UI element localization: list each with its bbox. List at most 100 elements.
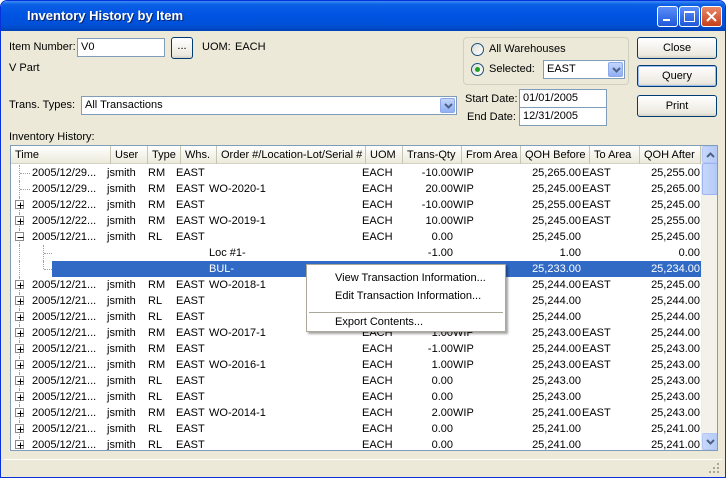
cell-user: jsmith	[107, 279, 136, 291]
table-row[interactable]: 2005/12/21... jsmith RL EAST EACH 0.00 25,243.…	[11, 389, 701, 405]
collapse-button[interactable]	[15, 232, 24, 241]
cell-user: jsmith	[107, 215, 136, 227]
title-bar[interactable]: Inventory History by Item	[1, 1, 725, 31]
warehouse-select-value: EAST	[547, 63, 576, 75]
cell-user: jsmith	[107, 183, 136, 195]
cell-after: 25,243.00	[651, 391, 700, 403]
column-header-type[interactable]: Type	[148, 146, 181, 164]
item-lookup-button[interactable]: ...	[171, 37, 193, 59]
table-row[interactable]: 2005/12/21... jsmith RL EAST EACH 0.00 25,241.…	[11, 437, 701, 451]
item-description: V Part	[9, 62, 40, 74]
warehouse-select[interactable]: EAST	[543, 60, 625, 79]
expand-button[interactable]	[15, 296, 24, 305]
expand-button[interactable]	[15, 200, 24, 209]
menu-item-export-contents[interactable]: Export Contents...	[309, 313, 503, 331]
expand-button[interactable]	[15, 312, 24, 321]
column-header-qoh-before[interactable]: QOH Before	[521, 146, 590, 164]
chevron-down-icon	[706, 439, 715, 445]
cell-from: WIP	[453, 343, 474, 355]
scroll-down-button[interactable]	[702, 433, 717, 450]
resize-grip-icon[interactable]	[708, 462, 720, 474]
cell-before: 25,243.00	[532, 359, 581, 371]
scroll-up-button[interactable]	[702, 146, 717, 163]
cell-time: 2005/12/21...	[32, 439, 97, 451]
table-row[interactable]: 2005/12/22... jsmith RM EAST WO-2019-1 EACH 10…	[11, 213, 701, 229]
expand-button[interactable]	[15, 328, 24, 337]
vertical-scrollbar[interactable]	[701, 146, 717, 450]
cell-user: jsmith	[107, 199, 136, 211]
column-header-time[interactable]: Time	[11, 146, 111, 164]
expand-button[interactable]	[15, 344, 24, 353]
table-row[interactable]: 2005/12/21... jsmith RL EAST EACH 0.00 25,241.…	[11, 421, 701, 437]
expand-button[interactable]	[15, 376, 24, 385]
table-row[interactable]: 2005/12/21... jsmith RL EAST EACH 0.00 25,243.…	[11, 373, 701, 389]
minimize-button[interactable]	[657, 6, 678, 27]
column-header-uom[interactable]: UOM	[366, 146, 403, 164]
item-number-input[interactable]: V0	[77, 38, 165, 57]
expand-button[interactable]	[15, 440, 24, 449]
menu-item-edit-transaction[interactable]: Edit Transaction Information...	[309, 287, 503, 305]
cell-after: 25,243.00	[651, 359, 700, 371]
cell-whs: EAST	[176, 295, 205, 307]
table-row[interactable]: 2005/12/29... jsmith RM EAST WO-2020-1 EACH 20…	[11, 181, 701, 197]
column-header-to-area[interactable]: To Area	[590, 146, 640, 164]
scroll-thumb[interactable]	[702, 163, 717, 195]
cell-order: WO-2019-1	[209, 215, 266, 227]
chevron-up-icon	[706, 152, 715, 158]
column-header-qoh-after[interactable]: QOH After	[640, 146, 701, 164]
table-row[interactable]: 2005/12/21... jsmith RM EAST EACH -1.00 WIP 25,…	[11, 341, 701, 357]
trans-types-label: Trans. Types:	[9, 99, 76, 111]
maximize-button[interactable]	[679, 6, 700, 27]
cell-qty: 0.00	[431, 423, 453, 435]
all-warehouses-radio[interactable]	[471, 43, 484, 56]
expand-button[interactable]	[15, 216, 24, 225]
expand-button[interactable]	[15, 360, 24, 369]
cell-whs: EAST	[176, 199, 205, 211]
child-row[interactable]: Loc #1- -1.00 1.00 0.00	[11, 245, 701, 261]
start-date-input[interactable]: 01/01/2005	[519, 89, 607, 108]
cell-type: RM	[148, 279, 166, 291]
column-header-trans-qty[interactable]: Trans-Qty	[403, 146, 462, 164]
plus-icon	[17, 314, 24, 321]
selected-warehouse-radio[interactable]	[471, 63, 484, 76]
table-row[interactable]: 2005/12/21... jsmith RM EAST WO-2014-1 EACH 2.…	[11, 405, 701, 421]
close-button[interactable]: Close	[637, 37, 717, 59]
table-row[interactable]: 2005/12/21... jsmith RM EAST WO-2016-1 EACH 1.…	[11, 357, 701, 373]
tree-line	[19, 261, 20, 277]
expand-button[interactable]	[15, 408, 24, 417]
cell-qty: 20.00	[425, 183, 453, 195]
table-row[interactable]: 2005/12/21... jsmith RL EAST EACH 0.00 25,245.…	[11, 229, 701, 245]
cell-before: 25,233.00	[532, 263, 581, 275]
window-title: Inventory History by Item	[27, 8, 184, 23]
column-header-from-area[interactable]: From Area	[462, 146, 521, 164]
cell-before: 25,245.00	[532, 183, 581, 195]
cell-before: 25,265.00	[532, 167, 581, 179]
trans-types-dropdown-button[interactable]	[440, 98, 455, 113]
cell-type: RL	[148, 391, 163, 403]
cell-time: 2005/12/21...	[32, 423, 97, 435]
end-date-input[interactable]: 12/31/2005	[519, 107, 607, 126]
print-button[interactable]: Print	[637, 95, 717, 117]
minimize-icon	[663, 19, 670, 21]
cell-to: EAST	[582, 343, 611, 355]
cell-from: WIP	[453, 199, 474, 211]
expand-button[interactable]	[15, 392, 24, 401]
plus-icon	[17, 426, 24, 433]
uom-value: EACH	[235, 41, 266, 53]
cell-qty: 2.00	[431, 407, 453, 419]
plus-icon	[17, 298, 24, 305]
cell-to: EAST	[582, 199, 611, 211]
table-row[interactable]: 2005/12/22... jsmith RM EAST EACH -10.00 WIP 25…	[11, 197, 701, 213]
column-header-user[interactable]: User	[111, 146, 148, 164]
warehouse-dropdown-button[interactable]	[608, 62, 623, 77]
expand-button[interactable]	[15, 280, 24, 289]
column-header-whs[interactable]: Whs.	[181, 146, 217, 164]
menu-item-view-transaction[interactable]: View Transaction Information...	[309, 269, 503, 287]
table-row[interactable]: 2005/12/29... jsmith RM EAST EACH -10.00 WIP 25…	[11, 165, 701, 181]
query-button[interactable]: Query	[637, 65, 717, 87]
expand-button[interactable]	[15, 424, 24, 433]
trans-types-select[interactable]: All Transactions	[81, 96, 457, 115]
close-window-button[interactable]	[701, 6, 722, 27]
column-header-order[interactable]: Order #/Location-Lot/Serial #	[217, 146, 366, 164]
item-number-label: Item Number:	[9, 41, 76, 53]
